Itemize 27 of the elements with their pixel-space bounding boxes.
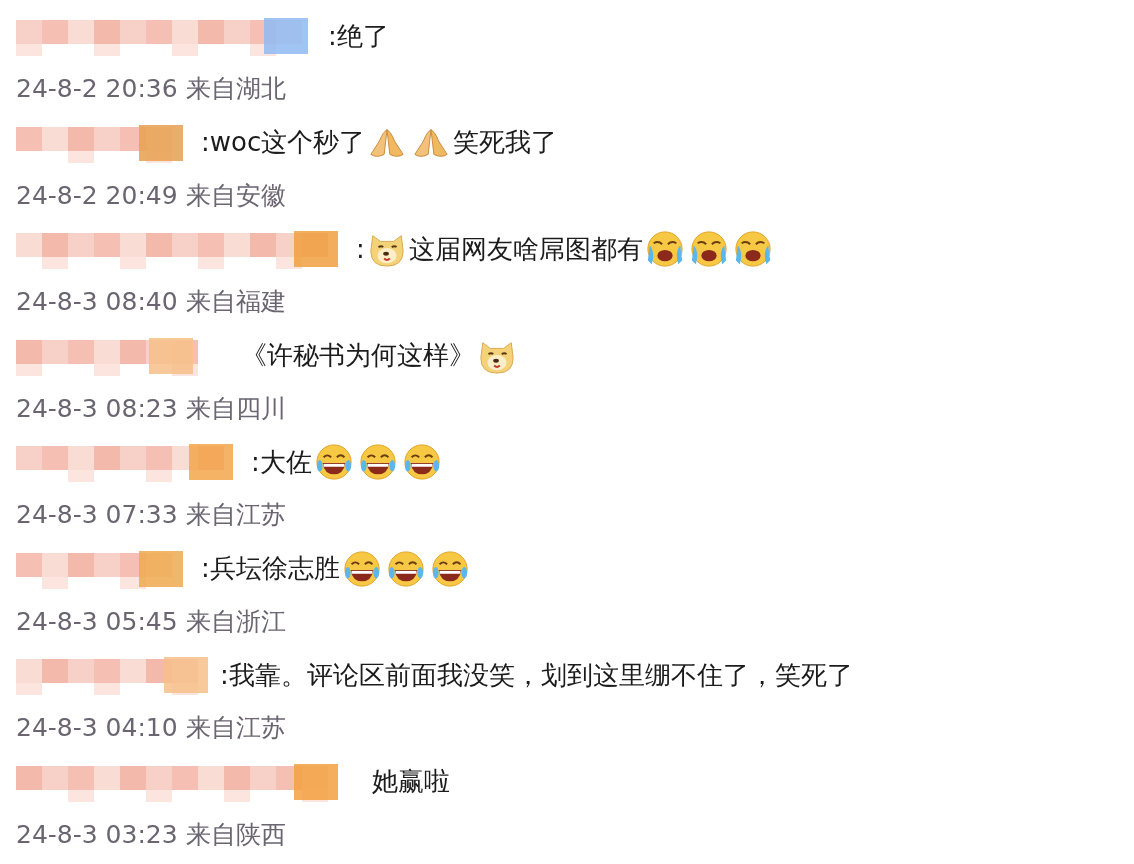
comment-timestamp: 24-8-3 05:45 来自浙江	[16, 605, 287, 638]
comment-timestamp: 24-8-2 20:49 来自安徽	[16, 179, 287, 212]
comment-text: :	[356, 234, 365, 264]
laughing-face-icon	[386, 549, 425, 588]
comment-text: 这届网友啥屌图都有	[408, 232, 643, 266]
comment-timestamp: 24-8-3 08:23 来自四川	[16, 392, 287, 425]
comment-text: 她赢啦	[372, 765, 450, 798]
laughing-face-icon	[402, 443, 441, 481]
comment-timestamp: 24-8-3 07:33 来自江苏	[16, 499, 287, 531]
comment-text: :我靠。评论区前面我没笑，划到这里绷不住了，笑死了	[220, 658, 853, 692]
laughing-face-icon	[342, 549, 381, 588]
comment-timestamp: 24-8-3 08:40 来自福建	[16, 286, 287, 318]
laughing-face-icon	[314, 443, 353, 481]
laughing-face-icon	[430, 549, 469, 588]
comment-text: :绝了	[328, 19, 389, 53]
comment-text: :大佐	[251, 445, 312, 479]
comment-text: 笑死我了	[453, 126, 558, 159]
comment-text: 《许秘书为何这样》	[241, 339, 475, 372]
crying-face-icon	[689, 230, 728, 268]
laughing-face-icon	[358, 443, 397, 481]
comment-text: :兵坛徐志胜	[201, 552, 340, 585]
comment-timestamp: 24-8-3 03:23 来自陕西	[16, 818, 287, 851]
comment-timestamp: 24-8-3 04:10 来自江苏	[16, 712, 287, 744]
comment-timestamp: 24-8-2 20:36 来自湖北	[16, 73, 287, 105]
crying-face-icon	[733, 230, 772, 268]
comment-text: :woc这个秒了	[201, 126, 366, 159]
crying-face-icon	[645, 230, 684, 268]
